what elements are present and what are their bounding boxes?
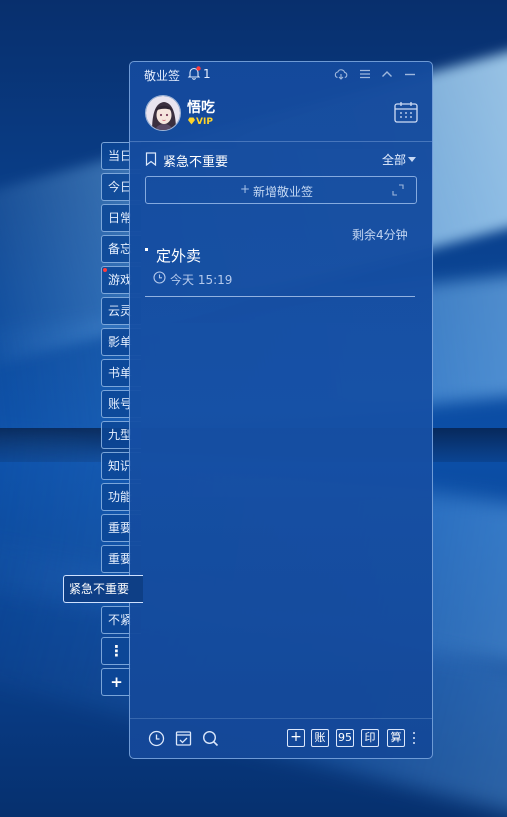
note-divider bbox=[145, 296, 415, 297]
username[interactable]: 悟吃 bbox=[187, 97, 215, 117]
category-tab-active[interactable]: 紧急不重要 bbox=[63, 575, 143, 603]
cloud-sync-icon[interactable] bbox=[334, 67, 348, 81]
add-category-button[interactable]: + bbox=[101, 668, 131, 696]
more-vertical-icon[interactable] bbox=[413, 732, 416, 746]
add-tool-button[interactable]: + bbox=[287, 729, 305, 747]
expand-icon[interactable] bbox=[392, 184, 404, 196]
bell-icon[interactable] bbox=[187, 66, 201, 80]
footer-divider bbox=[130, 718, 432, 719]
add-note-button[interactable]: + 新增敬业签 bbox=[145, 176, 417, 204]
completed-check-icon[interactable] bbox=[175, 730, 192, 747]
category-title: 紧急不重要 bbox=[163, 155, 229, 170]
note-time: 今天 15:19 bbox=[170, 273, 233, 287]
chevron-down-icon[interactable] bbox=[408, 157, 416, 162]
note-bullet bbox=[145, 248, 148, 251]
more-categories-button[interactable]: ⋮ bbox=[101, 637, 131, 665]
unread-dot bbox=[103, 268, 107, 272]
diamond-icon bbox=[188, 117, 195, 125]
user-avatar[interactable] bbox=[145, 95, 181, 131]
header-divider bbox=[130, 141, 432, 142]
filter-dropdown[interactable]: 全部 bbox=[382, 151, 406, 168]
calendar-icon[interactable] bbox=[394, 101, 418, 123]
plus-icon: + bbox=[240, 182, 251, 196]
notes-panel: 敬业签 1 悟吃 VIP 紧急不重要 全部 + 新增敬业签 剩余4分钟 定外卖 … bbox=[129, 61, 433, 759]
category-tab-label: 紧急不重要 bbox=[69, 582, 130, 596]
collapse-icon[interactable] bbox=[380, 67, 394, 81]
bookmark-icon bbox=[145, 152, 157, 166]
vip-badge: VIP bbox=[187, 117, 213, 127]
calculator-button[interactable]: 算 bbox=[387, 729, 405, 747]
add-note-label: 新增敬业签 bbox=[253, 185, 314, 199]
note-title[interactable]: 定外卖 bbox=[156, 245, 201, 266]
search-icon[interactable] bbox=[202, 730, 219, 747]
notification-count: 1 bbox=[203, 67, 211, 81]
remaining-time: 剩余4分钟 bbox=[352, 228, 408, 242]
clock-icon bbox=[153, 271, 166, 284]
minimize-icon[interactable] bbox=[403, 67, 417, 81]
print-button[interactable]: 印 bbox=[361, 729, 379, 747]
vip-label: VIP bbox=[196, 117, 213, 127]
tool-95-button[interactable]: 95 bbox=[336, 729, 354, 747]
accounting-button[interactable]: 账 bbox=[311, 729, 329, 747]
history-clock-icon[interactable] bbox=[148, 730, 165, 747]
title-bar: 敬业签 1 bbox=[130, 62, 432, 86]
app-title: 敬业签 bbox=[144, 69, 181, 83]
menu-icon[interactable] bbox=[358, 67, 372, 81]
